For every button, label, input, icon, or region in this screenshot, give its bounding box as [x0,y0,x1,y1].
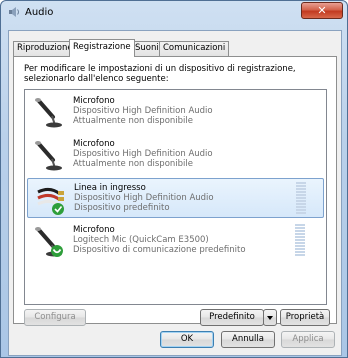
device-status: Attualmente non disponibile [73,116,194,126]
tab-comunicazioni[interactable]: Comunicazioni [159,41,230,56]
level-meter [295,224,307,258]
device-name: Linea in ingresso [74,183,146,193]
dialog-body: Riproduzione Registrazione Suoni Comunic… [8,30,342,356]
audio-dialog: Audio ✕ Riproduzione Registrazione Suoni… [0,0,348,358]
device-name: Microfono [73,139,115,149]
microphone-icon [35,98,62,128]
line-in-cable-icon [37,187,64,215]
device-item-microfono-logitech[interactable]: Microfono Logitech Mic (QuickCam E3500) … [27,221,324,261]
device-item-microfono-1[interactable]: Microfono Dispositivo High Definition Au… [27,92,324,132]
device-item-microfono-2[interactable]: Microfono Dispositivo High Definition Au… [27,135,324,175]
device-description: Dispositivo High Definition Audio [73,149,213,159]
tab-suoni[interactable]: Suoni [131,41,163,56]
ok-button[interactable]: OK [160,331,214,348]
tab-registrazione[interactable]: Registrazione [69,39,135,57]
microphone-icon [35,227,63,257]
properties-button[interactable]: Proprietà [280,309,330,326]
speaker-icon [9,7,19,17]
window-title: Audio [25,7,54,18]
device-name: Microfono [73,96,115,106]
device-status: Dispositivo predefinito [74,203,170,213]
device-description: Dispositivo High Definition Audio [73,106,213,116]
configure-button[interactable]: Configura [24,309,86,326]
device-status: Dispositivo di comunicazione predefinito [73,245,246,255]
title-bar[interactable]: Audio ✕ [1,1,347,23]
instructions-text: Per modificare le impostazioni di un dis… [24,64,296,84]
device-description: Logitech Mic (QuickCam E3500) [73,235,209,245]
recording-device-list[interactable]: Microfono Dispositivo High Definition Au… [24,89,327,305]
device-status: Attualmente non disponibile [73,159,194,169]
device-item-linea-in-ingresso[interactable]: Linea in ingresso Dispositivo High Defin… [27,178,324,218]
level-meter [296,182,308,216]
recording-tab-panel: Per modificare le impostazioni di un dis… [13,56,337,326]
close-button[interactable]: ✕ [301,2,343,19]
set-default-dropdown-arrow[interactable] [263,309,277,326]
microphone-icon [35,141,62,171]
tab-riproduzione[interactable]: Riproduzione [13,41,77,56]
cancel-button[interactable]: Annulla [221,331,275,348]
device-description: Dispositivo High Definition Audio [74,193,214,203]
set-default-button[interactable]: Predefinito [200,309,264,326]
device-name: Microfono [73,225,115,235]
apply-button[interactable]: Applica [281,331,335,348]
